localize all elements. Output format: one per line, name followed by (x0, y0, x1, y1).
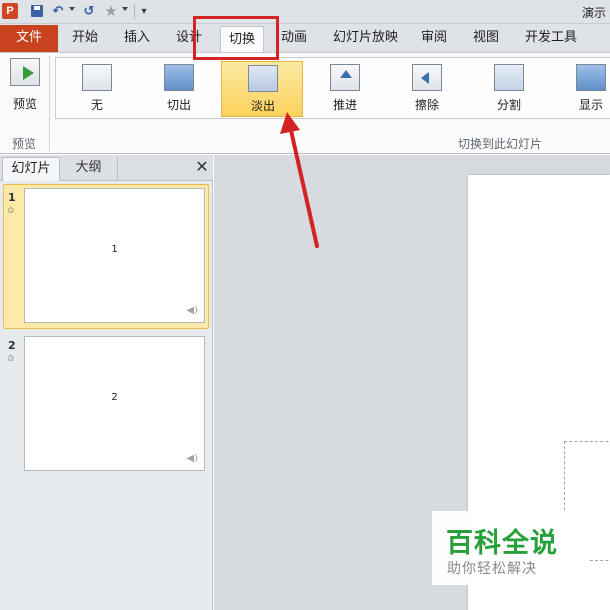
tab-developer[interactable]: 开发工具 (525, 24, 577, 52)
transition-wipe-button[interactable]: 擦除 (386, 61, 468, 117)
undo-dropdown-icon[interactable] (69, 7, 75, 11)
tab-file[interactable]: 文件 (0, 25, 58, 52)
tab-insert[interactable]: 插入 (124, 24, 150, 52)
cut-transition-icon (164, 64, 194, 91)
preview-label: 预览 (12, 97, 37, 111)
title-bar: P ↶ ↺ ★ ▾ 演示 (0, 0, 610, 24)
star-dropdown-icon[interactable] (122, 7, 128, 11)
transition-label: 分割 (496, 98, 521, 112)
annotation-arrow (280, 112, 319, 248)
transition-label: 擦除 (414, 98, 439, 112)
preview-button[interactable]: 预览 (4, 57, 46, 117)
transition-cut-button[interactable]: 切出 (138, 61, 220, 117)
slide-number: 1 (8, 191, 16, 204)
slides-panel: 幻灯片 大纲 ✕ 1 ✩ 1 ◀) 2 ✩ 2 ◀) (0, 155, 213, 610)
transition-split-button[interactable]: 分割 (468, 61, 550, 117)
wipe-transition-icon (412, 64, 442, 91)
powerpoint-app-icon[interactable]: P (2, 3, 18, 19)
tab-slideshow[interactable]: 幻灯片放映 (333, 24, 398, 52)
slide-thumbnail-1[interactable]: 1 ◀) (24, 188, 205, 323)
watermark-title: 百科全说 (446, 528, 558, 559)
tab-animations[interactable]: 动画 (281, 24, 307, 52)
undo-button[interactable]: ↶ (50, 3, 66, 20)
panel-tabs: 幻灯片 大纲 ✕ (0, 155, 213, 181)
tab-outline[interactable]: 大纲 (60, 157, 118, 181)
close-icon[interactable]: ✕ (194, 158, 210, 176)
tab-review[interactable]: 审阅 (421, 24, 447, 52)
transition-group-label: 切换到此幻灯片 (457, 137, 542, 151)
transition-label: 无 (90, 98, 103, 112)
annotation-highlight-box (193, 16, 279, 60)
reveal-transition-icon (576, 64, 606, 91)
transition-reveal-button[interactable]: 显示 (550, 61, 610, 117)
qat-separator (134, 4, 135, 19)
slide-thumbnail-2[interactable]: 2 ◀) (24, 336, 205, 471)
transition-gallery: 无 切出 淡出 推进 擦除 分割 显示 (55, 57, 610, 119)
ribbon-tab-row: 文件 开始 插入 设计 切换 动画 幻灯片放映 审阅 视图 开发工具 (0, 24, 610, 53)
save-button[interactable] (29, 3, 45, 20)
preview-play-icon (10, 58, 40, 86)
none-transition-icon (82, 64, 112, 91)
slide-thumbnail-text: 2 (111, 392, 118, 403)
watermark-logo: 百科全说 助你轻松解决 (432, 511, 588, 585)
tab-slides[interactable]: 幻灯片 (2, 157, 60, 181)
customize-qat-button[interactable]: ▾ (138, 3, 150, 20)
transition-none-button[interactable]: 无 (56, 61, 138, 117)
transition-label: 显示 (578, 98, 603, 112)
star-icon[interactable]: ★ (103, 3, 119, 20)
tab-home[interactable]: 开始 (72, 24, 98, 52)
transition-star-icon: ✩ (7, 206, 15, 216)
sound-icon: ◀) (186, 453, 198, 464)
push-transition-icon (330, 64, 360, 91)
slide-thumbnail-text: 1 (111, 244, 118, 255)
redo-button[interactable]: ↺ (81, 3, 97, 20)
group-separator (49, 55, 50, 151)
slide-number: 2 (8, 339, 16, 352)
tab-view[interactable]: 视图 (473, 24, 499, 52)
split-transition-icon (494, 64, 524, 91)
preview-group-label: 预览 (11, 137, 36, 151)
save-icon (31, 5, 43, 17)
sound-icon: ◀) (186, 305, 198, 316)
watermark-subtitle: 助你轻松解决 (447, 561, 537, 577)
document-title: 演示 (582, 6, 607, 20)
fade-transition-icon (248, 65, 278, 92)
transition-label: 切出 (166, 98, 191, 112)
transition-star-icon: ✩ (7, 354, 15, 364)
